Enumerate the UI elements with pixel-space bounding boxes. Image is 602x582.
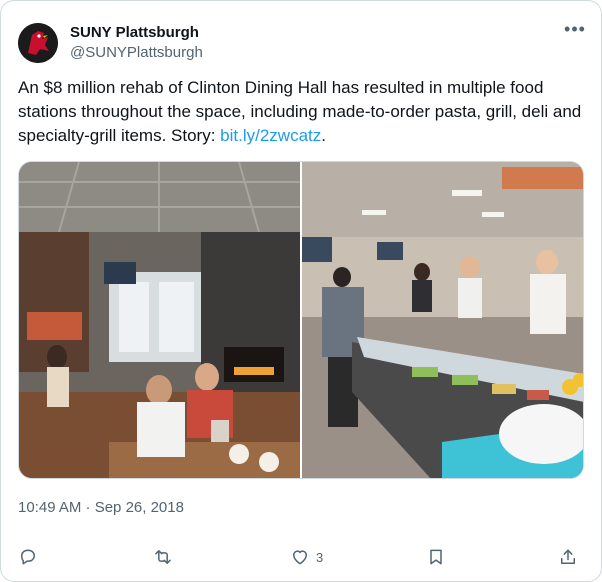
reply-icon [21,549,35,565]
retweet-icon [155,550,171,564]
reply-button[interactable] [18,542,38,572]
avatar[interactable] [18,23,58,63]
author-name[interactable]: SUNY Plattsburgh [70,23,203,43]
author-handle[interactable]: @SUNYPlattsburgh [70,43,203,63]
bookmark-icon [430,549,442,565]
media-grid [18,161,584,479]
tweet-text-end: . [321,126,326,145]
tweet-actions: 3 [18,542,587,572]
tweet-card: SUNY Plattsburgh @SUNYPlattsburgh ••• An… [0,0,602,582]
share-button[interactable] [558,542,578,572]
tweet-timestamp[interactable]: 10:49 AM · Sep 26, 2018 [18,498,184,518]
tweet-header: SUNY Plattsburgh @SUNYPlattsburgh ••• [18,20,587,64]
bookmark-button[interactable] [426,542,446,572]
like-count: 3 [316,549,324,565]
share-icon [561,549,575,564]
like-button[interactable]: 3 [290,542,323,572]
retweet-button[interactable] [153,542,173,572]
story-link[interactable]: bit.ly/2zwcatz [220,126,321,145]
food-station-serving-line-photo[interactable] [302,162,583,478]
cardinal-logo-icon [18,23,58,63]
tweet-text: An $8 million rehab of Clinton Dining Ha… [18,76,586,148]
more-dots-icon[interactable]: ••• [563,20,587,42]
dining-hall-seating-photo[interactable] [19,162,300,478]
author-names: SUNY Plattsburgh @SUNYPlattsburgh [70,23,203,63]
heart-icon [293,550,307,565]
